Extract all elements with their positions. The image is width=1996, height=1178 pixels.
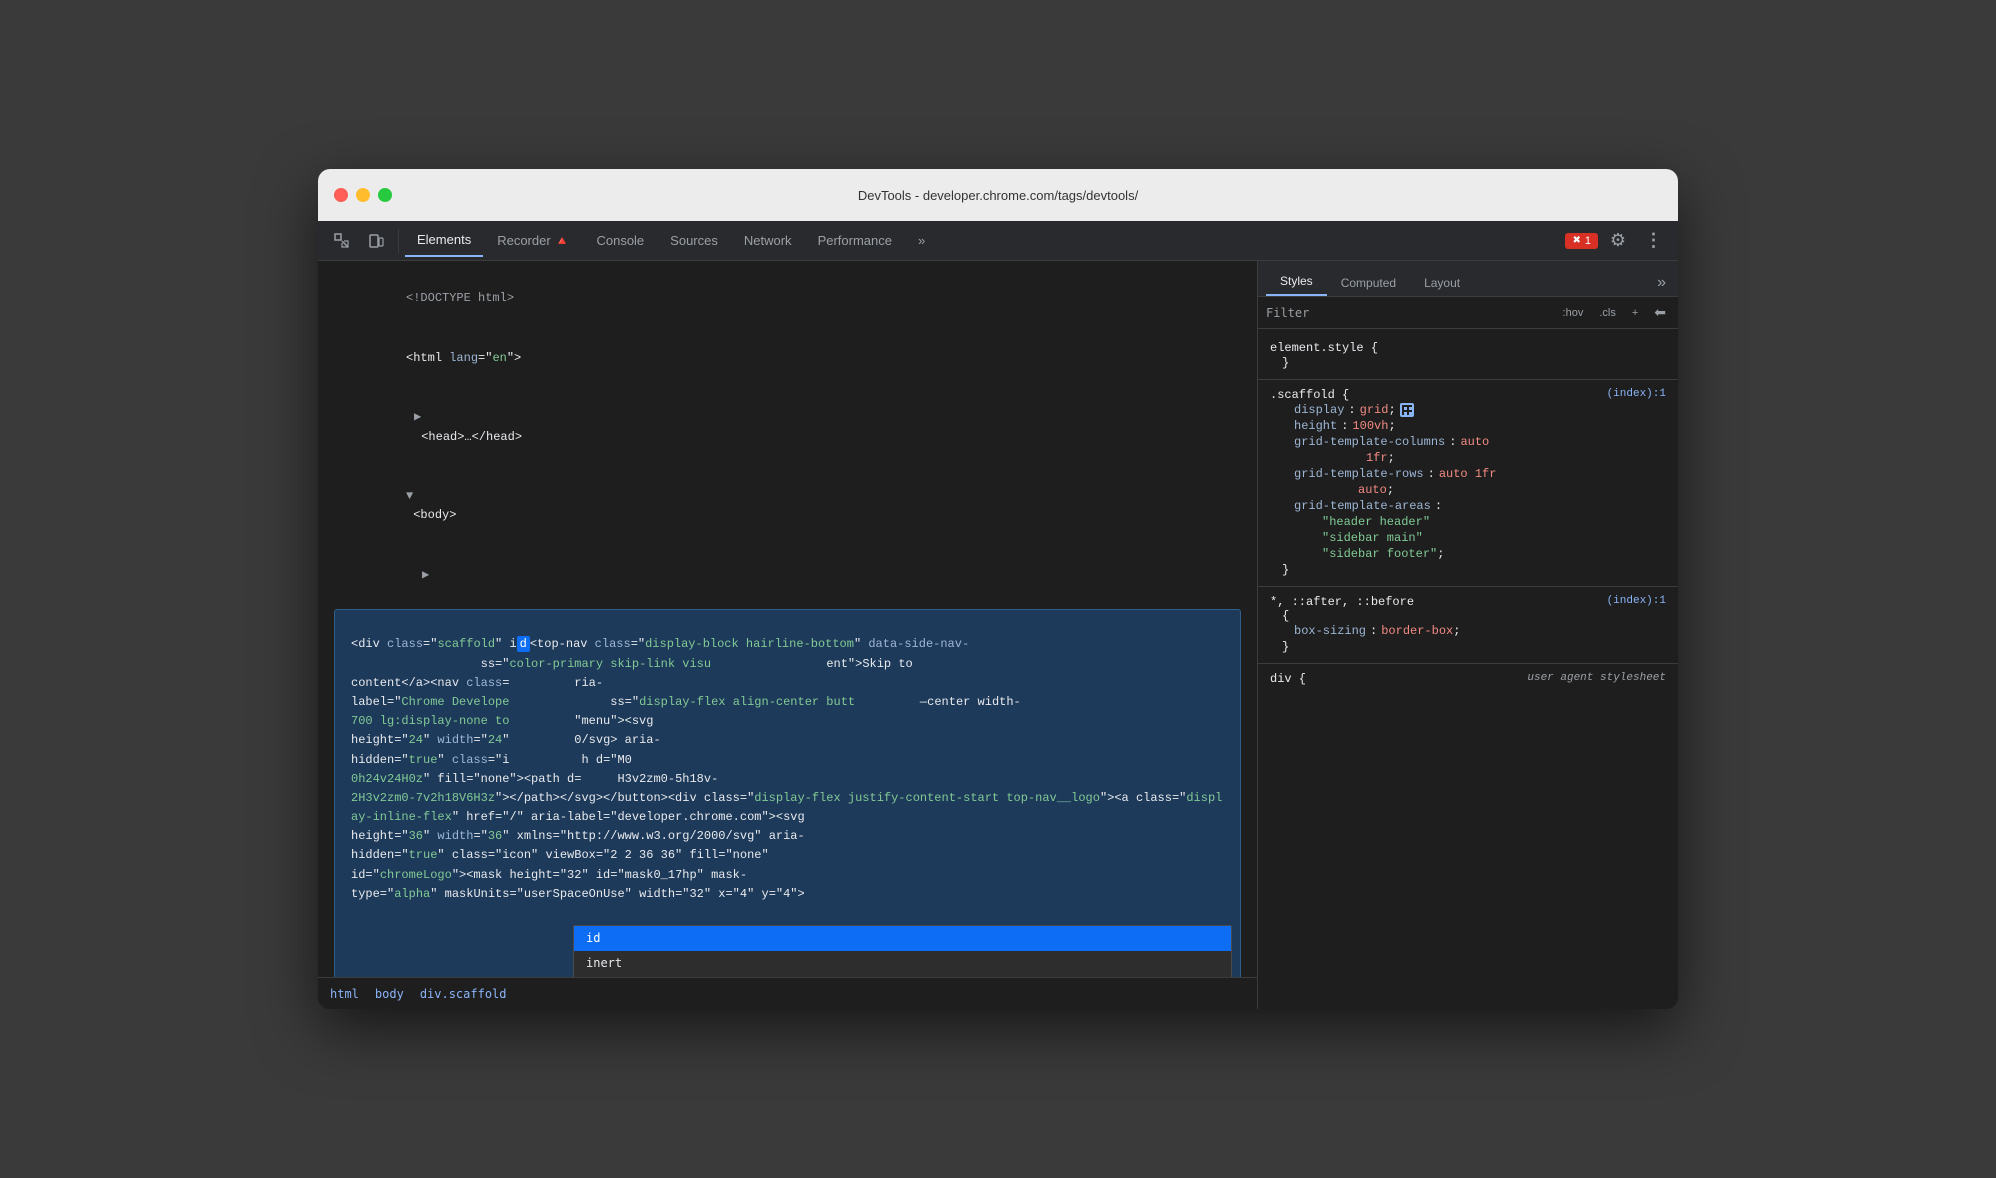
breadcrumb-div-scaffold[interactable]: div.scaffold bbox=[420, 987, 507, 1001]
style-source-2[interactable]: (index):1 bbox=[1607, 595, 1666, 607]
style-prop-gta-footer: "sidebar footer" ; bbox=[1270, 546, 1666, 562]
tab-sources[interactable]: Sources bbox=[658, 225, 730, 257]
styles-filter-input[interactable] bbox=[1266, 306, 1551, 320]
toolbar-divider bbox=[398, 229, 399, 253]
devtools-window: DevTools - developer.chrome.com/tags/dev… bbox=[318, 169, 1678, 1009]
breadcrumb-body[interactable]: body bbox=[375, 987, 404, 1001]
dom-panel: <!DOCTYPE html> <html lang="en"> ▶ <head… bbox=[318, 261, 1258, 1009]
inspect-element-icon[interactable] bbox=[326, 225, 358, 257]
style-rule-div: user agent stylesheet div { bbox=[1258, 668, 1678, 690]
tab-recorder[interactable]: Recorder 🔺 bbox=[485, 225, 582, 257]
dom-content[interactable]: <!DOCTYPE html> <html lang="en"> ▶ <head… bbox=[318, 261, 1257, 977]
rule-divider-3 bbox=[1258, 663, 1678, 664]
dom-line-doctype: <!DOCTYPE html> bbox=[318, 269, 1257, 329]
tab-performance[interactable]: Performance bbox=[806, 225, 904, 257]
style-rule-universal: (index):1 *, ::after, ::before { box-siz… bbox=[1258, 591, 1678, 659]
filter-back-icon[interactable]: ⬅ bbox=[1650, 302, 1670, 323]
scaffold-selector: .scaffold { bbox=[1270, 388, 1349, 402]
selected-element-box: <div class="scaffold" id<top-nav class="… bbox=[334, 609, 1241, 977]
maximize-button[interactable] bbox=[378, 188, 392, 202]
tab-console[interactable]: Console bbox=[584, 225, 656, 257]
style-prop-box-sizing: box-sizing : border-box ; bbox=[1270, 623, 1666, 639]
styles-panel: Styles Computed Layout » :hov .cls + ⬅ bbox=[1258, 261, 1678, 1009]
div-selector: div { bbox=[1270, 672, 1306, 686]
style-prop-gtc-val: 1fr ; bbox=[1270, 450, 1666, 466]
device-toolbar-icon[interactable] bbox=[360, 225, 392, 257]
autocomplete-item-id[interactable]: id bbox=[574, 926, 1231, 951]
style-prop-gta-header: "header header" bbox=[1270, 514, 1666, 530]
toolbar-right: ✖ 1 ⚙ ⋮ bbox=[1565, 225, 1670, 257]
universal-selector: *, ::after, ::before bbox=[1270, 595, 1414, 609]
tab-computed[interactable]: Computed bbox=[1327, 270, 1410, 296]
style-prop-gtc: grid-template-columns : auto bbox=[1270, 434, 1666, 450]
dom-line-body: ▼ <body> bbox=[318, 467, 1257, 546]
style-rule-element: element.style { } bbox=[1258, 337, 1678, 375]
filter-cls-button[interactable]: .cls bbox=[1595, 305, 1620, 321]
dom-line-html: <html lang="en"> bbox=[318, 329, 1257, 389]
breadcrumb-html[interactable]: html bbox=[330, 987, 359, 1001]
element-html: <div class="scaffold" id<top-nav class="… bbox=[343, 614, 1232, 925]
title-bar: DevTools - developer.chrome.com/tags/dev… bbox=[318, 169, 1678, 221]
style-source[interactable]: (index):1 bbox=[1607, 388, 1666, 400]
traffic-lights bbox=[334, 188, 392, 202]
styles-filter-bar: :hov .cls + ⬅ bbox=[1258, 297, 1678, 329]
style-prop-gta: grid-template-areas : bbox=[1270, 498, 1666, 514]
window-title: DevTools - developer.chrome.com/tags/dev… bbox=[858, 188, 1138, 203]
error-count: 1 bbox=[1585, 235, 1591, 247]
universal-close: } bbox=[1270, 639, 1666, 655]
minimize-button[interactable] bbox=[356, 188, 370, 202]
error-badge[interactable]: ✖ 1 bbox=[1565, 233, 1598, 249]
styles-tabs: Styles Computed Layout » bbox=[1258, 261, 1678, 297]
filter-hov-button[interactable]: :hov bbox=[1559, 305, 1588, 321]
style-prop-gtr-val: auto ; bbox=[1270, 482, 1666, 498]
styles-tab-more-icon[interactable]: » bbox=[1653, 270, 1670, 296]
more-options-icon[interactable]: ⋮ bbox=[1638, 225, 1670, 257]
style-selector: element.style { bbox=[1270, 341, 1378, 355]
error-icon: ✖ bbox=[1572, 235, 1580, 246]
tab-network[interactable]: Network bbox=[732, 225, 804, 257]
selected-element-container: <div class="scaffold" id<top-nav class="… bbox=[326, 609, 1249, 977]
style-close: } bbox=[1270, 355, 1666, 371]
dom-line-head[interactable]: ▶ <head>…</head> bbox=[318, 388, 1257, 467]
autocomplete-dropdown: id inert itemid itemprop itemref itemsco… bbox=[573, 925, 1232, 977]
style-rule-scaffold: (index):1 .scaffold { display : grid ; h… bbox=[1258, 384, 1678, 582]
rule-divider-2 bbox=[1258, 586, 1678, 587]
filter-add-button[interactable]: + bbox=[1628, 305, 1642, 321]
style-prop-gtr: grid-template-rows : auto 1fr bbox=[1270, 466, 1666, 482]
devtools-toolbar: Elements Recorder 🔺 Console Sources Netw… bbox=[318, 221, 1678, 261]
rule-divider bbox=[1258, 379, 1678, 380]
grid-icon[interactable] bbox=[1400, 403, 1414, 417]
dom-line-arrow: ▶ bbox=[318, 546, 1257, 606]
autocomplete-item-inert[interactable]: inert bbox=[574, 951, 1231, 976]
styles-content[interactable]: element.style { } (index):1 .scaffold { … bbox=[1258, 329, 1678, 1009]
style-prop-gta-sidebar: "sidebar main" bbox=[1270, 530, 1666, 546]
tab-more[interactable]: » bbox=[906, 225, 937, 257]
settings-icon[interactable]: ⚙ bbox=[1602, 225, 1634, 257]
tab-layout[interactable]: Layout bbox=[1410, 270, 1474, 296]
style-prop-height: height : 100vh ; bbox=[1270, 418, 1666, 434]
dom-breadcrumb: html body div.scaffold bbox=[318, 977, 1257, 1009]
style-source-3: user agent stylesheet bbox=[1527, 672, 1666, 684]
style-prop-display: display : grid ; bbox=[1270, 402, 1666, 418]
close-button[interactable] bbox=[334, 188, 348, 202]
scaffold-close: } bbox=[1270, 562, 1666, 578]
tab-styles[interactable]: Styles bbox=[1266, 268, 1327, 296]
main-content: <!DOCTYPE html> <html lang="en"> ▶ <head… bbox=[318, 261, 1678, 1009]
tab-elements[interactable]: Elements bbox=[405, 225, 483, 257]
